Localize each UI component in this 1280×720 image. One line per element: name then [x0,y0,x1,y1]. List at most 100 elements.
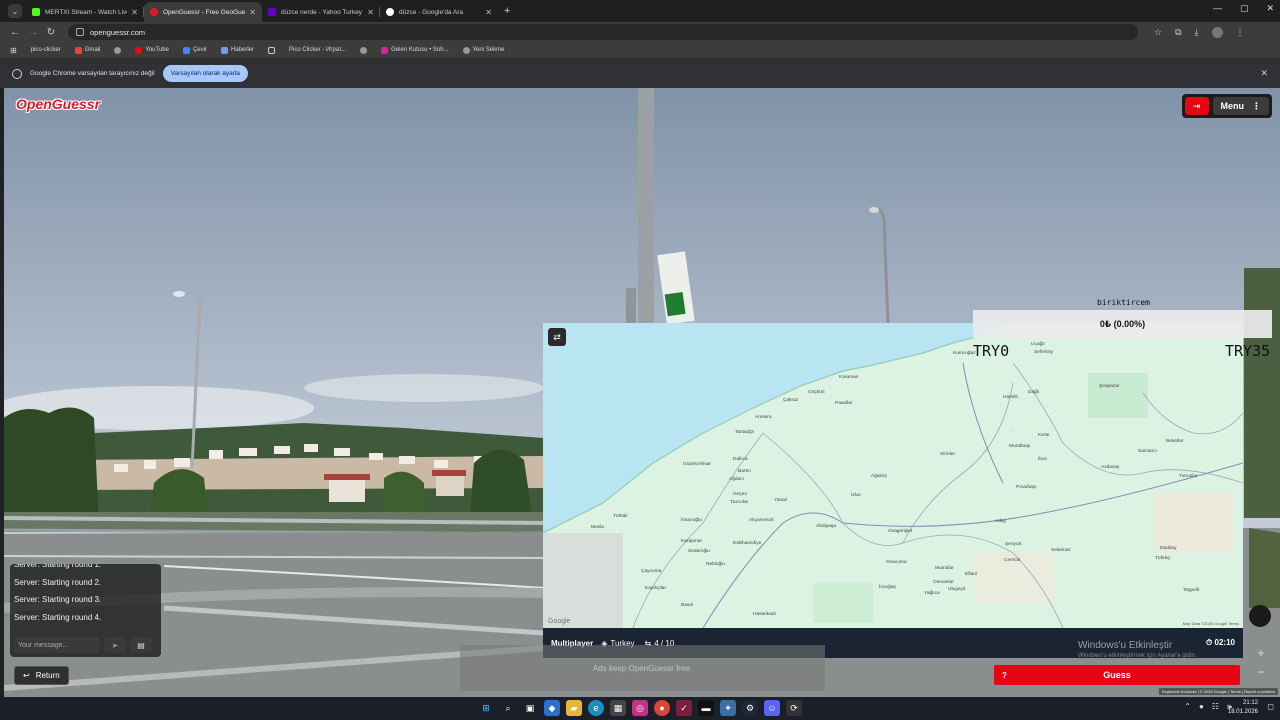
forward-icon[interactable]: → [24,27,42,38]
map-canvas[interactable] [543,323,1243,628]
media-icon[interactable]: ▬ [698,700,714,716]
send-message-button[interactable]: ➢ [104,637,126,653]
task-view-icon[interactable]: ▣ [522,700,538,716]
infobar-close-icon[interactable]: ✕ [1260,68,1268,79]
bookmark-item[interactable] [114,46,122,54]
place-label: Ovacuma [886,560,907,565]
place-label: Sirinler [940,452,955,457]
return-button[interactable]: ↩ Return [14,666,69,685]
extensions-icon[interactable]: ⧉ [1175,27,1181,38]
edge-icon[interactable]: e [588,700,604,716]
bookmark-item[interactable]: Gelen Kutusu • Soh... [381,46,449,54]
browser-tab[interactable]: MERTXI Stream - Watch Live o ✕ [26,2,144,22]
clock-time: 21:12 [1242,700,1258,706]
tab-close-icon[interactable]: ✕ [249,8,256,17]
guess-map[interactable]: Uçağıl Seferköy Kumcuğaz Karaman Göçkün … [543,323,1243,628]
file-explorer-icon[interactable]: ▰ [566,700,582,716]
apps-grid-icon[interactable]: ⊞ [10,46,17,55]
place-label: Basal [681,603,693,608]
tab-close-icon[interactable]: ✕ [367,8,374,17]
zoom-in-icon[interactable]: + [1254,644,1268,663]
toggle-chat-button[interactable]: ▤ [130,637,152,653]
tab-title: düzce - Google'da Ara [399,8,464,16]
browser-tab-active[interactable]: OpenGuessr - Free GeoGuessr ✕ [144,2,262,22]
zoom-out-icon[interactable]: − [1254,663,1268,682]
taskbar-clock[interactable]: 21:12 18.01.2026 [1228,699,1258,717]
chrome-icon[interactable]: ● [654,700,670,716]
new-tab-button[interactable]: + [504,5,510,17]
place-label: Çaycuma [641,569,662,574]
guess-button[interactable]: ? Guess [994,665,1240,685]
browser-tab[interactable]: düzce nerde - Yahoo Turkey Ar ✕ [262,2,380,22]
widgets-icon[interactable]: ◆ [544,700,560,716]
place-label: Azdavay [1101,465,1120,470]
tab-close-icon[interactable]: ✕ [485,8,492,17]
network-icon[interactable]: ☷ [1212,702,1219,712]
address-bar[interactable]: openguessr.com [68,24,1138,40]
place-label: Dallıca [733,457,748,462]
app-icon[interactable]: ⟳ [786,700,802,716]
place-label: Tuzcular [730,500,749,505]
place-label: Türkali [613,514,628,519]
start-icon[interactable]: ⊞ [478,700,494,716]
help-icon[interactable]: ? [1002,671,1007,680]
download-icon[interactable]: ⤓ [1195,27,1199,38]
profile-avatar[interactable] [1211,26,1223,38]
bookmark-item[interactable]: YouTube [135,46,169,54]
app-icon[interactable]: ✦ [720,700,736,716]
chevron-up-icon[interactable]: ⌃ [1184,702,1191,712]
place-label: Eskihamidiye [733,541,762,546]
timer-icon: ⏱ [1206,638,1213,647]
bookmark-star-icon[interactable]: ☆ [1154,27,1162,38]
place-label: Yağlıca [924,591,940,596]
bookmark-item[interactable]: Yeni Sekme [462,46,504,54]
compass-button[interactable] [1249,605,1271,627]
steam-icon[interactable]: ⚙ [742,700,758,716]
window-controls: — ▢ ✕ [1213,3,1274,14]
place-label: Akçamescit [749,518,774,523]
system-tray: ⌃ ● ☷ 🕪 [1184,702,1232,712]
bookmark-item[interactable] [360,46,368,54]
globe-icon [462,46,470,54]
bookmark-item[interactable]: Pico Clicker - Играт... [289,47,346,53]
bookmark-item[interactable]: Gmail [74,46,100,54]
place-label: Cemcüi [1004,558,1021,563]
app-icon[interactable]: ✓ [676,700,692,716]
site-info-icon[interactable] [76,28,84,36]
store-icon[interactable]: ▦ [610,700,626,716]
windows-activate-subtext: Windows'u etkinleştirmek için Ayarlar'a … [1078,653,1197,659]
place-label: Mutrullar [935,566,954,571]
instagram-icon[interactable]: ◎ [632,700,648,716]
tab-close-icon[interactable]: ✕ [131,8,138,17]
set-default-button[interactable]: Varsayılan olarak ayarla [162,65,248,82]
back-icon[interactable]: ← [6,27,24,38]
discord-icon[interactable]: ☺ [764,700,780,716]
close-window-icon[interactable]: ✕ [1266,3,1274,14]
notification-icon[interactable]: ◻ [1267,702,1274,711]
chrome-icon [12,68,22,79]
place-label: Göçkün [808,390,825,395]
map-credit[interactable]: Map Data ©2026 Google Terms [1183,621,1239,626]
tray-app-icon[interactable]: ● [1199,702,1204,712]
place-label: Karaman [839,375,859,380]
browser-menu-icon[interactable]: ⋮ [1236,27,1245,38]
minimize-icon[interactable]: — [1213,3,1222,14]
maximize-icon[interactable]: ▢ [1240,3,1249,14]
search-icon[interactable]: ⌕ [500,700,516,716]
chat-message-input[interactable] [14,637,100,653]
reload-icon[interactable]: ↻ [42,27,60,38]
bookmark-item[interactable]: Çevir [182,46,207,54]
browser-tab[interactable]: düzce - Google'da Ara ✕ [380,2,498,22]
openguessr-logo[interactable]: OpenGuessr [16,96,100,112]
bookmark-item[interactable]: Haberler [220,46,254,54]
menu-button[interactable]: Menu ⋮ [1212,97,1269,115]
tab-search-button[interactable]: ⌄ [8,4,22,18]
bookmark-folder[interactable] [268,46,275,54]
bookmark-item[interactable]: pico-clicker [31,47,61,53]
map-settings-button[interactable]: ⇄ [548,328,566,346]
exit-game-button[interactable]: ⇥ [1184,97,1209,115]
place-label: Hasankadi [753,612,776,617]
chat-message: Server: Starting round 4. [14,612,102,622]
place-label: Hamitli [1003,395,1018,400]
street-view-footer[interactable]: Keyboard shortcuts | © 2026 Google | Ter… [1159,688,1278,695]
